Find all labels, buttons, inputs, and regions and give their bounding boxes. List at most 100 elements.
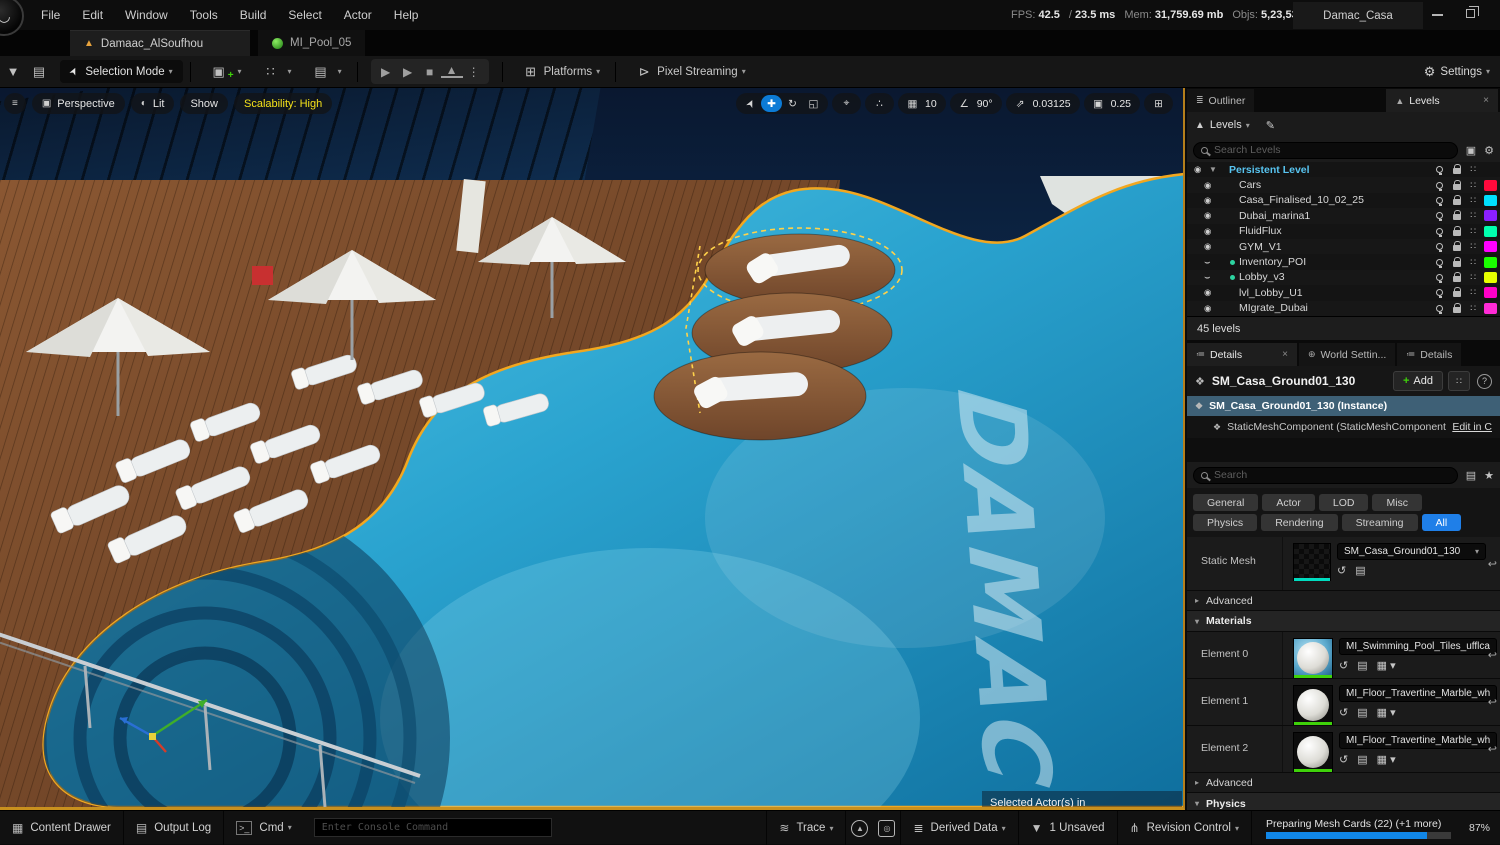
blueprint-icon[interactable]: ∷	[1470, 241, 1475, 252]
levels-search-box[interactable]	[1193, 142, 1458, 159]
select-tool[interactable]: ➤	[738, 90, 762, 116]
minimize-icon[interactable]	[1432, 14, 1443, 16]
eject-button[interactable]: ▲	[441, 66, 463, 78]
visibility-eye-icon[interactable]	[1204, 272, 1219, 283]
level-row[interactable]: ▼ Dubai_marina1 ∷	[1187, 208, 1500, 223]
static-mesh-asset-dropdown[interactable]: SM_Casa_Ground01_130 ▾	[1337, 543, 1486, 560]
level-color-swatch[interactable]	[1484, 287, 1497, 298]
hierarchy-toggle-button[interactable]: ∷	[1448, 371, 1470, 391]
edit-levels-icon[interactable]: ✎	[1266, 119, 1275, 132]
filter-pill[interactable]: LOD	[1319, 494, 1369, 511]
camera-speed-icon[interactable]: ▣	[1088, 95, 1109, 112]
blueprint-icon[interactable]: ∷	[1470, 303, 1475, 314]
browse-to-asset-icon[interactable]: ▤	[1357, 659, 1367, 672]
content-browser-icon[interactable]: ▤	[26, 60, 52, 84]
lock-icon[interactable]	[1453, 230, 1461, 236]
viewport-menu-button[interactable]: ≡	[4, 93, 26, 114]
blueprint-icon[interactable]: ∷	[1470, 195, 1475, 206]
scale-snap-value[interactable]: 0.03125	[1031, 98, 1076, 110]
details-search-input[interactable]	[1214, 469, 1450, 481]
material-thumbnail[interactable]	[1293, 732, 1333, 772]
material-thumbnail[interactable]	[1293, 638, 1333, 678]
tab-details-2[interactable]: ≔ Details	[1397, 343, 1461, 366]
level-color-swatch[interactable]	[1484, 210, 1497, 221]
advanced-section[interactable]: ▸Advanced	[1187, 591, 1500, 611]
menu-item[interactable]: Window	[114, 0, 179, 30]
material-asset-dropdown[interactable]: MI_Floor_Travertine_Marble_wh	[1339, 685, 1497, 702]
lock-icon[interactable]	[1453, 276, 1461, 282]
lock-icon[interactable]	[1453, 199, 1461, 205]
level-row[interactable]: ▼ Cars ∷	[1187, 177, 1500, 192]
blueprints-dropdown[interactable]: ∷ ▾	[250, 60, 300, 84]
favorites-star-icon[interactable]: ★	[1484, 469, 1494, 482]
materials-section-header[interactable]: ▾Materials	[1187, 611, 1500, 632]
levels-settings-icon[interactable]: ⚙	[1484, 144, 1494, 157]
level-row[interactable]: ▼ FluidFlux ∷	[1187, 224, 1500, 239]
component-row-instance[interactable]: ❖ SM_Casa_Ground01_130 (Instance)	[1187, 396, 1500, 416]
rotation-snap-value[interactable]: 90°	[975, 98, 998, 110]
visibility-eye-icon[interactable]	[1194, 164, 1209, 175]
lock-icon[interactable]	[1453, 307, 1461, 313]
blueprint-icon[interactable]: ∷	[1470, 226, 1475, 237]
unsaved-button[interactable]: ▼ 1 Unsaved	[1019, 811, 1118, 845]
browse-to-asset-icon[interactable]: ▤	[1355, 564, 1365, 577]
scale-tool[interactable]: ◱	[803, 95, 824, 112]
details-search-box[interactable]	[1193, 467, 1458, 484]
material-options-icon[interactable]: ▦ ▾	[1377, 753, 1396, 766]
material-asset-dropdown[interactable]: MI_Floor_Travertine_Marble_wh	[1339, 732, 1497, 749]
level-row[interactable]: ▼ Lobby_v3 ∷	[1187, 270, 1500, 285]
levels-search-input[interactable]	[1214, 144, 1450, 156]
stop-button[interactable]: ■	[419, 65, 441, 79]
play-options-button[interactable]: ⋮	[463, 65, 485, 79]
screenshot-icon[interactable]: ◎	[878, 820, 895, 837]
skip-button[interactable]: ▶	[397, 65, 419, 79]
expand-caret-icon[interactable]: ▼	[1209, 165, 1220, 174]
level-color-swatch[interactable]	[1484, 257, 1497, 268]
maximize-viewport-button[interactable]: ⊞	[1148, 95, 1169, 112]
lock-icon[interactable]	[1453, 214, 1461, 220]
visibility-eye-icon[interactable]	[1204, 180, 1219, 191]
settings-dropdown[interactable]: ⚙ Settings ▾	[1424, 64, 1490, 80]
save-icon[interactable]: ▼	[0, 60, 26, 84]
level-row[interactable]: ▼ Persistent Level ∷	[1187, 162, 1500, 177]
close-icon[interactable]: ×	[1483, 95, 1489, 106]
blueprint-icon[interactable]: ∷	[1470, 180, 1475, 191]
level-row[interactable]: ▼ MIgrate_Dubai ∷	[1187, 301, 1500, 316]
display-settings-icon[interactable]: ▤	[1466, 469, 1476, 482]
lighting-icon[interactable]	[1436, 243, 1443, 250]
surface-snap-button[interactable]: ⌖	[836, 95, 857, 112]
filter-pill[interactable]: Misc	[1372, 494, 1422, 511]
play-button[interactable]: ▶	[375, 65, 397, 79]
visibility-eye-icon[interactable]	[1204, 210, 1219, 221]
lock-icon[interactable]	[1453, 261, 1461, 267]
menu-item[interactable]: Build	[229, 0, 278, 30]
component-row-staticmesh[interactable]: ❖ StaticMeshComponent (StaticMeshCompone…	[1187, 416, 1500, 438]
grid-snap-icon[interactable]: ▦	[902, 95, 923, 112]
3d-viewport[interactable]: DAMAC	[0, 88, 1185, 810]
perspective-dropdown[interactable]: ▣ Perspective	[32, 93, 125, 114]
visibility-eye-icon[interactable]	[1204, 287, 1219, 298]
rotate-tool[interactable]: ↻	[782, 95, 803, 112]
level-row[interactable]: ▼ lvl_Lobby_U1 ∷	[1187, 285, 1500, 300]
lighting-icon[interactable]	[1436, 197, 1443, 204]
reset-icon[interactable]: ↩	[1488, 743, 1497, 756]
edit-in-cpp-link[interactable]: Edit in C	[1452, 421, 1492, 433]
filter-pill[interactable]: General	[1193, 494, 1258, 511]
browse-to-asset-icon[interactable]: ▤	[1357, 753, 1367, 766]
level-color-swatch[interactable]	[1484, 226, 1497, 237]
blueprint-icon[interactable]: ∷	[1470, 272, 1475, 283]
menu-item[interactable]: Edit	[71, 0, 114, 30]
filter-pill[interactable]: All	[1422, 514, 1462, 531]
pixel-streaming-dropdown[interactable]: ⊳ Pixel Streaming ▾	[623, 60, 754, 84]
menu-item[interactable]: Select	[277, 0, 332, 30]
derived-data-dropdown[interactable]: ≣ Derived Data ▾	[900, 811, 1018, 845]
material-thumbnail[interactable]	[1293, 685, 1333, 725]
lock-icon[interactable]	[1453, 168, 1461, 174]
level-color-swatch[interactable]	[1484, 303, 1497, 314]
visibility-eye-icon[interactable]	[1204, 303, 1219, 314]
lighting-icon[interactable]	[1436, 228, 1443, 235]
cmd-dropdown[interactable]: >_ Cmd ▾	[224, 811, 304, 845]
level-color-swatch[interactable]	[1484, 164, 1497, 175]
menu-item[interactable]: Tools	[179, 0, 229, 30]
use-selected-asset-icon[interactable]: ↺	[1337, 564, 1346, 577]
